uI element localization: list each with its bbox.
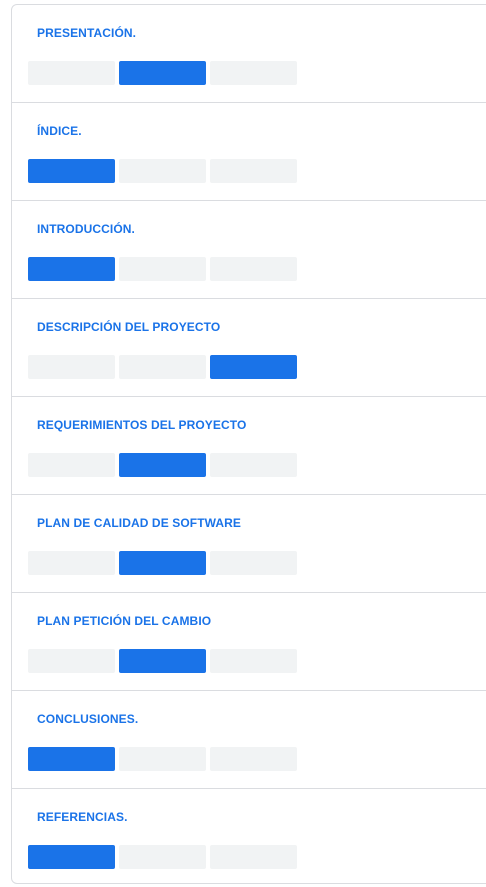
section-7: CONCLUSIONES. xyxy=(12,691,486,789)
segment-option-2[interactable] xyxy=(119,257,206,281)
segment-option-2[interactable] xyxy=(119,747,206,771)
segment-option-2[interactable] xyxy=(119,845,206,869)
segment-selector xyxy=(28,551,297,575)
segment-option-1[interactable] xyxy=(28,551,115,575)
segment-option-2[interactable] xyxy=(119,355,206,379)
section-1: ÍNDICE. xyxy=(12,103,486,201)
segment-selector xyxy=(28,845,297,869)
section-title[interactable]: DESCRIPCIÓN DEL PROYECTO xyxy=(37,320,220,334)
section-title[interactable]: REQUERIMIENTOS DEL PROYECTO xyxy=(37,418,246,432)
segment-option-1[interactable] xyxy=(28,61,115,85)
segment-selector xyxy=(28,453,297,477)
section-title[interactable]: PLAN PETICIÓN DEL CAMBIO xyxy=(37,614,211,628)
segment-option-1[interactable] xyxy=(28,257,115,281)
segment-option-2[interactable] xyxy=(119,159,206,183)
segment-option-2[interactable] xyxy=(119,649,206,673)
segment-option-2[interactable] xyxy=(119,453,206,477)
segment-option-1[interactable] xyxy=(28,159,115,183)
segment-option-3[interactable] xyxy=(210,551,297,575)
segment-option-1[interactable] xyxy=(28,453,115,477)
segment-selector xyxy=(28,747,297,771)
segment-option-3[interactable] xyxy=(210,159,297,183)
section-title[interactable]: ÍNDICE. xyxy=(37,124,82,138)
segment-selector xyxy=(28,257,297,281)
segment-option-3[interactable] xyxy=(210,649,297,673)
section-3: DESCRIPCIÓN DEL PROYECTO xyxy=(12,299,486,397)
segment-option-3[interactable] xyxy=(210,845,297,869)
segment-option-3[interactable] xyxy=(210,747,297,771)
segment-option-1[interactable] xyxy=(28,747,115,771)
segment-option-3[interactable] xyxy=(210,257,297,281)
sections-panel: PRESENTACIÓN. ÍNDICE. INTRODUCCIÓN. DESCRIP… xyxy=(11,4,486,884)
section-title[interactable]: PLAN DE CALIDAD DE SOFTWARE xyxy=(37,516,241,530)
segment-selector xyxy=(28,649,297,673)
section-4: REQUERIMIENTOS DEL PROYECTO xyxy=(12,397,486,495)
segment-option-1[interactable] xyxy=(28,355,115,379)
section-title[interactable]: REFERENCIAS. xyxy=(37,810,128,824)
segment-option-1[interactable] xyxy=(28,845,115,869)
segment-selector xyxy=(28,159,297,183)
segment-option-2[interactable] xyxy=(119,61,206,85)
section-6: PLAN PETICIÓN DEL CAMBIO xyxy=(12,593,486,691)
segment-option-3[interactable] xyxy=(210,453,297,477)
section-title[interactable]: PRESENTACIÓN. xyxy=(37,26,136,40)
section-title[interactable]: INTRODUCCIÓN. xyxy=(37,222,135,236)
section-0: PRESENTACIÓN. xyxy=(12,5,486,103)
segment-selector xyxy=(28,61,297,85)
segment-option-2[interactable] xyxy=(119,551,206,575)
segment-option-1[interactable] xyxy=(28,649,115,673)
section-5: PLAN DE CALIDAD DE SOFTWARE xyxy=(12,495,486,593)
section-2: INTRODUCCIÓN. xyxy=(12,201,486,299)
section-8: REFERENCIAS. xyxy=(12,789,486,887)
segment-option-3[interactable] xyxy=(210,61,297,85)
segment-option-3[interactable] xyxy=(210,355,297,379)
segment-selector xyxy=(28,355,297,379)
section-title[interactable]: CONCLUSIONES. xyxy=(37,712,138,726)
